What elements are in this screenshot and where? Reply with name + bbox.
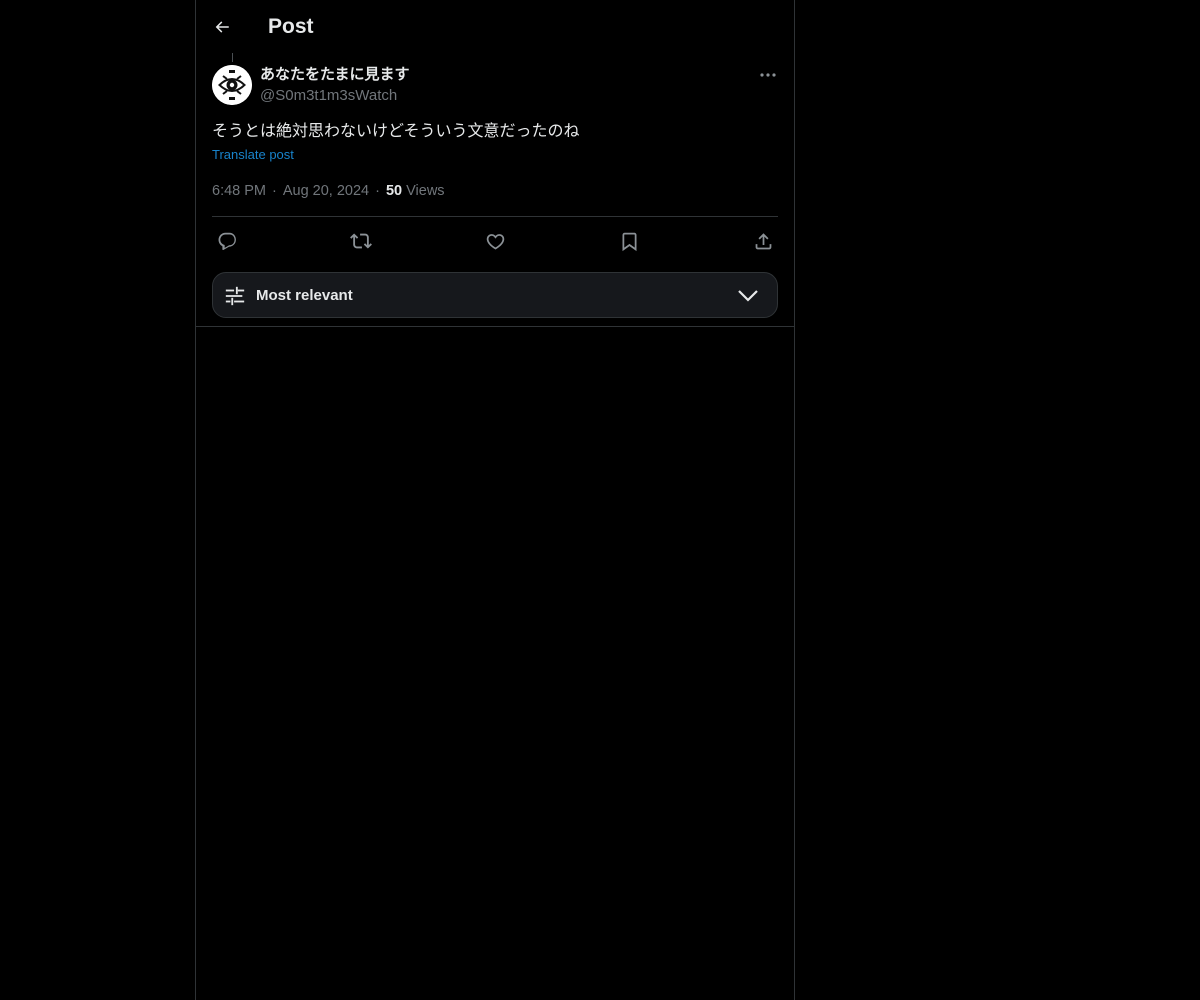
like-button[interactable] (480, 228, 510, 254)
post-column: Post あなたをたまに見ます @S0m3t1m3sWatch そうとは絶対思わ… (195, 0, 795, 1000)
page-header: Post (196, 0, 794, 53)
section-divider (196, 326, 794, 327)
action-bar (212, 226, 778, 256)
divider (212, 216, 778, 217)
more-horizontal-icon (760, 73, 776, 77)
post-date[interactable]: Aug 20, 2024 (283, 183, 369, 199)
sort-label: Most relevant (256, 287, 353, 304)
share-icon (755, 232, 771, 249)
thread-connector-line (232, 53, 233, 62)
back-button[interactable] (207, 12, 237, 42)
sliders-icon (225, 286, 245, 306)
chevron-down-icon (738, 290, 758, 302)
avatar[interactable] (212, 65, 252, 105)
heart-icon (486, 233, 504, 250)
translate-post-link[interactable]: Translate post (212, 146, 294, 164)
sort-replies-dropdown[interactable]: Most relevant (212, 272, 778, 318)
author-handle[interactable]: @S0m3t1m3sWatch (260, 86, 397, 106)
page-title: Post (268, 15, 314, 38)
arrow-left-icon (215, 21, 229, 33)
eye-emblem-avatar (212, 65, 252, 105)
reply-button[interactable] (212, 228, 242, 254)
more-options-button[interactable] (756, 64, 780, 86)
repost-button[interactable] (346, 228, 376, 254)
meta-separator: · (375, 183, 380, 199)
bookmark-button[interactable] (614, 228, 644, 254)
views-label: Views (406, 183, 445, 199)
views-count: 50 (385, 183, 403, 199)
post-metadata: 6:48 PM · Aug 20, 2024 · 50 Views (212, 181, 445, 201)
share-button[interactable] (748, 228, 778, 254)
reply-icon (218, 232, 236, 250)
repost-icon (350, 233, 372, 249)
bookmark-icon (622, 232, 636, 251)
post-time[interactable]: 6:48 PM (212, 183, 266, 199)
meta-separator: · (272, 183, 277, 199)
post-text: そうとは絶対思わないけどそういう文意だったのね (212, 121, 580, 140)
author-display-name[interactable]: あなたをたまに見ます (260, 65, 410, 85)
